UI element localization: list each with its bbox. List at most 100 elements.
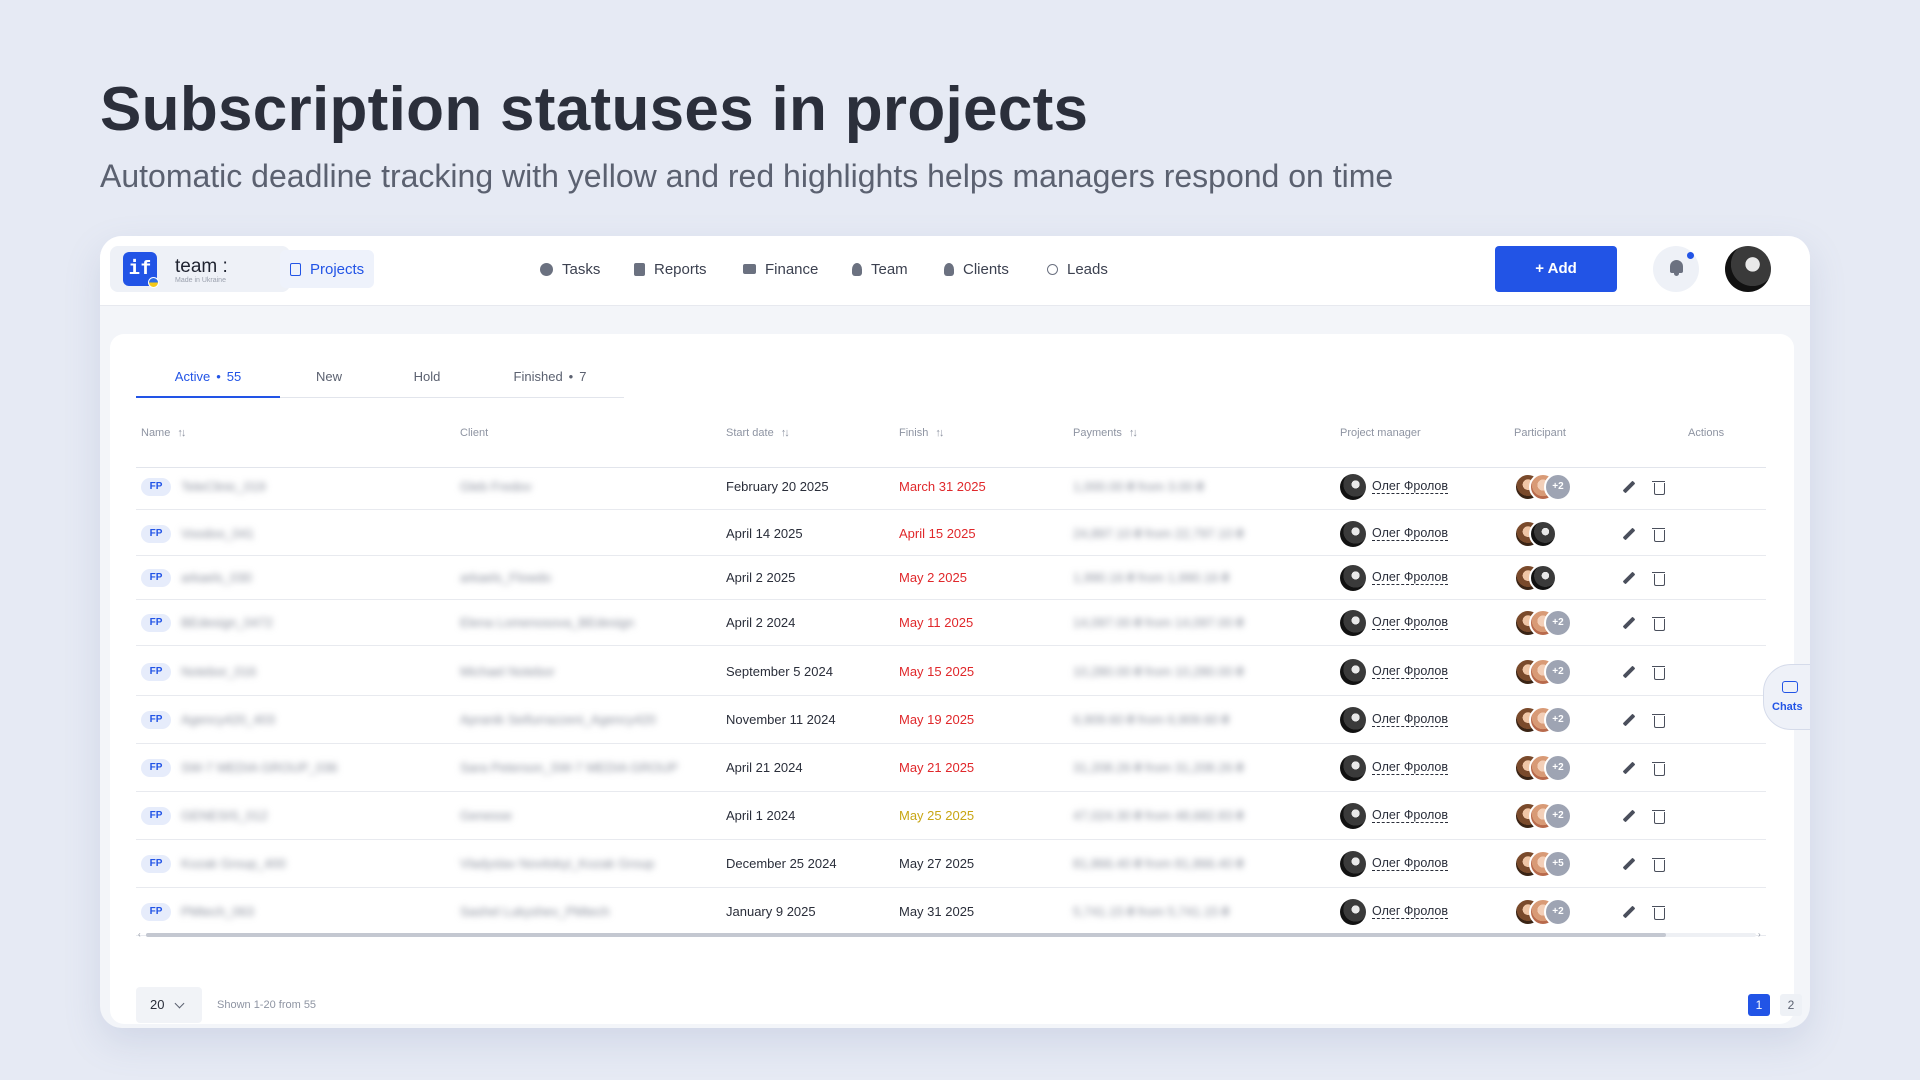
page-1-button[interactable]: 1 <box>1748 994 1770 1016</box>
manager-name-link[interactable]: Олег Фролов <box>1372 479 1449 494</box>
participants[interactable]: +5 <box>1514 849 1594 878</box>
column-name[interactable]: Name ↑↓ <box>141 426 186 440</box>
participants[interactable]: +2 <box>1514 753 1594 782</box>
more-participants-badge: +2 <box>1544 801 1572 830</box>
participants[interactable]: +2 <box>1514 608 1594 637</box>
nav-tasks[interactable]: Tasks <box>530 250 610 288</box>
trash-icon[interactable] <box>1651 808 1667 824</box>
scrollbar-thumb[interactable] <box>146 933 1666 937</box>
edit-icon[interactable] <box>1621 808 1637 824</box>
table-row[interactable]: FP Agency420_403 Apranik Seifurrazzeni_Age… <box>136 696 1766 744</box>
project-name[interactable]: arkaels_030 <box>181 570 252 585</box>
column-payments[interactable]: Payments ↑↓ <box>1073 426 1138 440</box>
trash-icon[interactable] <box>1651 526 1667 542</box>
edit-icon[interactable] <box>1621 904 1637 920</box>
manager-name-link[interactable]: Олег Фролов <box>1372 615 1449 630</box>
project-name[interactable]: Agency420_403 <box>181 712 275 727</box>
table-row[interactable]: FP TeleClinic_019 Gleb Fredov February 20 2… <box>136 464 1766 510</box>
table-row[interactable]: FP Kozak Group_400 Vladyslav Novitskyi_Koz… <box>136 840 1766 888</box>
column-label: Start date <box>726 427 774 439</box>
notifications-button[interactable] <box>1653 246 1699 292</box>
table-row[interactable]: FP Notebor_016 Michael Notebor September 5 … <box>136 648 1766 696</box>
manager-name-link[interactable]: Олег Фролов <box>1372 526 1449 541</box>
more-participants-badge: +2 <box>1544 705 1572 734</box>
manager-name-link[interactable]: Олег Фролов <box>1372 760 1449 775</box>
column-start-date[interactable]: Start date ↑↓ <box>726 426 790 440</box>
manager-name-link[interactable]: Олег Фролов <box>1372 904 1449 919</box>
manager-name-link[interactable]: Олег Фролов <box>1372 570 1449 585</box>
trash-icon[interactable] <box>1651 479 1667 495</box>
trash-icon[interactable] <box>1651 664 1667 680</box>
column-finish[interactable]: Finish ↑↓ <box>899 426 944 440</box>
tab-finished[interactable]: Finished • 7 <box>476 366 624 398</box>
project-type-badge: FP <box>141 524 171 543</box>
trash-icon[interactable] <box>1651 760 1667 776</box>
add-button[interactable]: + Add <box>1495 246 1617 292</box>
nav-clients[interactable]: Clients <box>934 250 1019 288</box>
payments-value: 31,208.26 ₴ from 31,208.26 ₴ <box>1073 760 1244 775</box>
participants[interactable]: +2 <box>1514 705 1594 734</box>
client-name: Gleb Fredov <box>460 479 532 494</box>
trash-icon[interactable] <box>1651 904 1667 920</box>
edit-icon[interactable] <box>1621 570 1637 586</box>
table-row[interactable]: FP arkaels_030 arkaels_Flowdo April 2 2025 M… <box>136 556 1766 600</box>
edit-icon[interactable] <box>1621 664 1637 680</box>
project-name[interactable]: GENESIS_012 <box>181 808 268 823</box>
manager-name-link[interactable]: Олег Фролов <box>1372 808 1449 823</box>
scroll-left-icon[interactable]: ‹ <box>138 931 141 939</box>
edit-icon[interactable] <box>1621 712 1637 728</box>
participants[interactable]: +2 <box>1514 472 1594 501</box>
project-name[interactable]: Kozak Group_400 <box>181 856 286 871</box>
project-name[interactable]: SW-7 MEDIA GROUP_036 <box>181 760 338 775</box>
page-2-button[interactable]: 2 <box>1780 994 1802 1016</box>
nav-reports[interactable]: Reports <box>624 250 717 288</box>
project-name[interactable]: TeleClinic_019 <box>181 479 266 494</box>
participants[interactable] <box>1514 563 1594 592</box>
scroll-right-icon[interactable]: › <box>1758 931 1761 939</box>
manager-name-link[interactable]: Олег Фролов <box>1372 664 1449 679</box>
manager-name-link[interactable]: Олег Фролов <box>1372 712 1449 727</box>
trash-icon[interactable] <box>1651 615 1667 631</box>
tab-active[interactable]: Active • 55 <box>136 366 280 398</box>
nav-team[interactable]: Team <box>842 250 918 288</box>
payments-cell: 14,097.00 ₴ from 14,097.00 ₴ <box>1073 600 1244 645</box>
nav-finance[interactable]: Finance <box>733 250 828 288</box>
participants[interactable]: +2 <box>1514 657 1594 686</box>
edit-icon[interactable] <box>1621 615 1637 631</box>
participants[interactable]: +2 <box>1514 801 1594 830</box>
payments-cell: 81,866.40 ₴ from 81,866.40 ₴ <box>1073 840 1244 887</box>
project-name[interactable]: PMtech_063 <box>181 904 254 919</box>
table-row[interactable]: FP PMtech_063 Sashel Lukyshev_PMtech Januar… <box>136 888 1766 936</box>
table-row[interactable]: FP BEdesign_0472 Elena Lomenosova_BEdesign… <box>136 600 1766 646</box>
project-name[interactable]: Voodoo_041 <box>181 526 254 541</box>
table-row[interactable]: FP GENESIS_012 Genesse April 1 2024 May 25 2… <box>136 792 1766 840</box>
leads-icon <box>1047 263 1058 275</box>
edit-icon[interactable] <box>1621 479 1637 495</box>
horizontal-scrollbar[interactable]: ‹ › <box>136 931 1766 939</box>
participant-cell <box>1514 556 1594 599</box>
client-cell: Gleb Fredov <box>460 464 532 509</box>
nav-projects[interactable]: Projects <box>280 250 375 288</box>
project-name[interactable]: Notebor_016 <box>181 664 256 679</box>
project-manager-cell: Олег Фролов <box>1340 464 1449 509</box>
table-row[interactable]: FP Voodoo_041 April 14 2025 April 15 2025 24… <box>136 512 1766 556</box>
column-label: Participant <box>1514 427 1566 439</box>
nav-leads[interactable]: Leads <box>1037 250 1118 288</box>
user-avatar[interactable] <box>1725 246 1771 292</box>
table-row[interactable]: FP SW-7 MEDIA GROUP_036 Sara Peterson_SW-7… <box>136 744 1766 792</box>
trash-icon[interactable] <box>1651 856 1667 872</box>
tab-hold[interactable]: Hold <box>378 366 476 398</box>
chats-button[interactable]: Chats <box>1763 664 1810 730</box>
manager-name-link[interactable]: Олег Фролов <box>1372 856 1449 871</box>
participants[interactable] <box>1514 519 1594 548</box>
edit-icon[interactable] <box>1621 526 1637 542</box>
tab-new[interactable]: New <box>280 366 378 398</box>
project-type-badge: FP <box>141 662 171 681</box>
project-name[interactable]: BEdesign_0472 <box>181 615 273 630</box>
trash-icon[interactable] <box>1651 570 1667 586</box>
participants[interactable]: +2 <box>1514 897 1594 926</box>
trash-icon[interactable] <box>1651 712 1667 728</box>
edit-icon[interactable] <box>1621 856 1637 872</box>
edit-icon[interactable] <box>1621 760 1637 776</box>
per-page-select[interactable]: 20 <box>136 987 202 1023</box>
